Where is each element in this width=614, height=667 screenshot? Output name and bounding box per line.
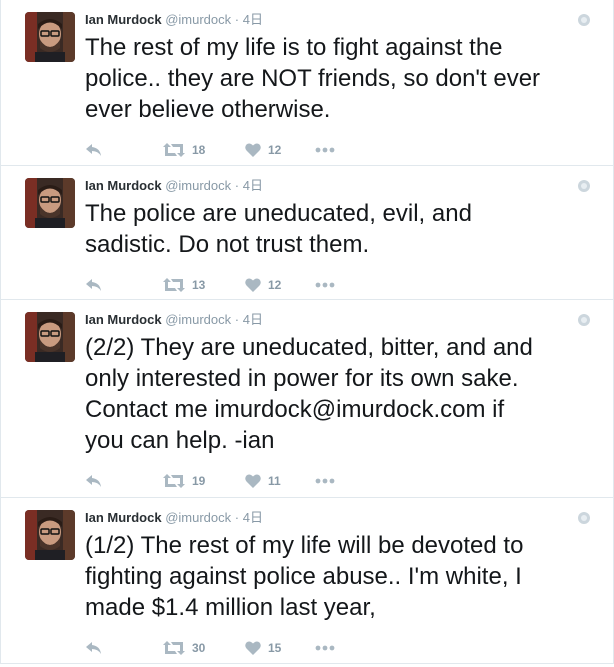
separator: · (234, 178, 240, 193)
tweet-header: Ian Murdock @imurdock · 4日 (85, 176, 599, 196)
retweet-count: 19 (192, 474, 206, 488)
author-name[interactable]: Ian Murdock (85, 312, 162, 327)
separator: · (234, 312, 240, 327)
separator: · (234, 12, 240, 27)
more-icon (315, 645, 335, 651)
like-button[interactable]: 12 (245, 278, 315, 292)
like-count: 15 (268, 641, 282, 655)
retweet-icon (163, 641, 185, 655)
tweet-text: (1/2) The rest of my life will be devote… (85, 532, 524, 621)
caret-icon[interactable] (578, 314, 590, 326)
like-button[interactable]: 12 (245, 143, 315, 157)
tweet-actions: 13 12 (85, 270, 599, 300)
retweet-button[interactable]: 30 (163, 641, 245, 655)
heart-icon (245, 143, 261, 157)
retweet-count: 13 (192, 278, 206, 292)
author-name[interactable]: Ian Murdock (85, 510, 162, 525)
tweet[interactable]: Ian Murdock @imurdock · 4日 The rest of m… (1, 0, 613, 166)
more-icon (315, 282, 335, 288)
more-icon (315, 478, 335, 484)
avatar[interactable] (25, 510, 75, 560)
tweet-header: Ian Murdock @imurdock · 4日 (85, 10, 599, 30)
like-button[interactable]: 15 (245, 641, 315, 655)
retweet-button[interactable]: 13 (163, 278, 245, 292)
tweet[interactable]: Ian Murdock @imurdock · 4日 (1/2) The res… (1, 498, 613, 664)
caret-icon[interactable] (578, 512, 590, 524)
heart-icon (245, 641, 261, 655)
heart-icon (245, 278, 261, 292)
author-name[interactable]: Ian Murdock (85, 12, 162, 27)
more-button[interactable] (315, 147, 335, 153)
timestamp[interactable]: 4日 (243, 312, 263, 327)
tweet-actions: 30 15 (85, 633, 599, 663)
more-button[interactable] (315, 478, 335, 484)
like-count: 12 (268, 143, 282, 157)
reply-button[interactable] (85, 474, 163, 488)
retweet-icon (163, 278, 185, 292)
separator: · (234, 510, 240, 525)
tweet-text: The police are uneducated, evil, and sad… (85, 200, 472, 258)
tweet-actions: 19 11 (85, 466, 599, 496)
tweet-header: Ian Murdock @imurdock · 4日 (85, 508, 599, 528)
timeline: Ian Murdock @imurdock · 4日 The rest of m… (0, 0, 614, 664)
tweet[interactable]: Ian Murdock @imurdock · 4日 (2/2) They ar… (1, 300, 613, 498)
more-button[interactable] (315, 282, 335, 288)
reply-button[interactable] (85, 278, 163, 292)
retweet-count: 30 (192, 641, 206, 655)
reply-icon (86, 144, 101, 156)
retweet-icon (163, 474, 185, 488)
author-handle[interactable]: @imurdock (165, 510, 231, 525)
timestamp[interactable]: 4日 (243, 510, 263, 525)
reply-icon (86, 642, 101, 654)
more-icon (315, 147, 335, 153)
author-handle[interactable]: @imurdock (165, 312, 231, 327)
like-count: 12 (268, 278, 282, 292)
author-handle[interactable]: @imurdock (165, 178, 231, 193)
tweet-text: The rest of my life is to fight against … (85, 34, 541, 123)
tweet-text: (2/2) They are uneducated, bitter, and a… (85, 334, 533, 454)
tweet-actions: 18 12 (85, 135, 599, 165)
tweet[interactable]: Ian Murdock @imurdock · 4日 The police ar… (1, 166, 613, 300)
reply-icon (86, 279, 101, 291)
like-count: 11 (268, 474, 281, 488)
avatar[interactable] (25, 312, 75, 362)
caret-icon[interactable] (578, 180, 590, 192)
retweet-button[interactable]: 18 (163, 143, 245, 157)
author-name[interactable]: Ian Murdock (85, 178, 162, 193)
reply-icon (86, 475, 101, 487)
avatar[interactable] (25, 12, 75, 62)
reply-button[interactable] (85, 143, 163, 157)
tweet-header: Ian Murdock @imurdock · 4日 (85, 310, 599, 330)
caret-icon[interactable] (578, 14, 590, 26)
timestamp[interactable]: 4日 (243, 12, 263, 27)
retweet-icon (163, 143, 185, 157)
retweet-button[interactable]: 19 (163, 474, 245, 488)
retweet-count: 18 (192, 143, 206, 157)
more-button[interactable] (315, 645, 335, 651)
author-handle[interactable]: @imurdock (165, 12, 231, 27)
timestamp[interactable]: 4日 (243, 178, 263, 193)
avatar[interactable] (25, 178, 75, 228)
like-button[interactable]: 11 (245, 474, 315, 488)
reply-button[interactable] (85, 641, 163, 655)
heart-icon (245, 474, 261, 488)
